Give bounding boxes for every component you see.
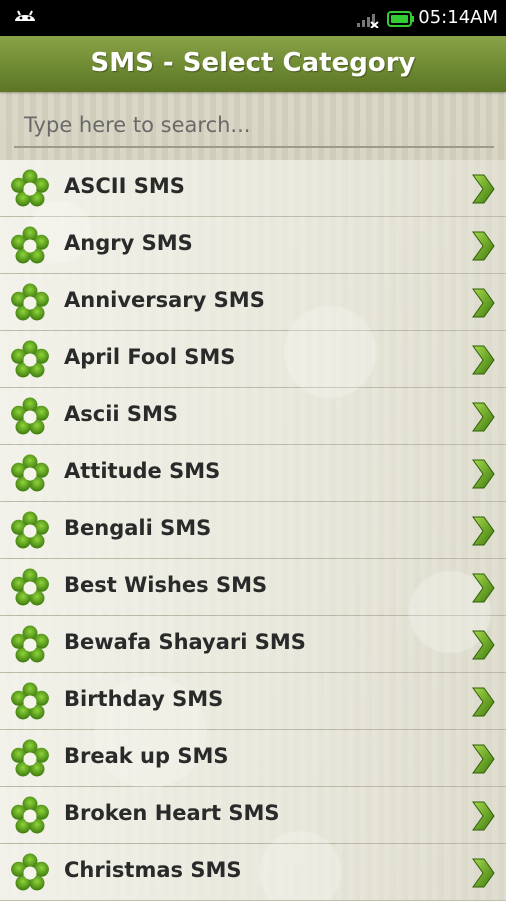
category-label: Best Wishes SMS — [64, 573, 268, 597]
category-row[interactable]: Angry SMS — [0, 217, 506, 274]
category-row[interactable]: Birthday SMS — [0, 673, 506, 730]
category-row[interactable]: Bewafa Shayari SMS — [0, 616, 506, 673]
chevron-right-icon — [470, 515, 496, 547]
app-header: SMS - Select Category — [0, 36, 506, 92]
chevron-right-icon — [470, 800, 496, 832]
flower-icon — [10, 283, 50, 323]
category-label: Anniversary SMS — [64, 288, 265, 312]
category-label: Angry SMS — [64, 231, 193, 255]
category-label: Attitude SMS — [64, 459, 221, 483]
flower-icon — [10, 853, 50, 893]
category-label: Birthday SMS — [64, 687, 224, 711]
category-label: Broken Heart SMS — [64, 801, 280, 825]
category-label: Christmas SMS — [64, 858, 242, 882]
chevron-right-icon — [470, 230, 496, 262]
category-row[interactable]: Christmas SMS — [0, 844, 506, 901]
flower-icon — [10, 796, 50, 836]
chevron-right-icon — [470, 686, 496, 718]
chevron-right-icon — [470, 572, 496, 604]
category-row[interactable]: Break up SMS — [0, 730, 506, 787]
chevron-right-icon — [470, 458, 496, 490]
category-row[interactable]: Broken Heart SMS — [0, 787, 506, 844]
flower-icon — [10, 397, 50, 437]
chevron-right-icon — [470, 629, 496, 661]
category-row[interactable]: Bengali SMS — [0, 502, 506, 559]
android-icon — [15, 10, 35, 21]
flower-icon — [10, 511, 50, 551]
chevron-right-icon — [470, 743, 496, 775]
category-row[interactable]: ASCII SMS — [0, 160, 506, 217]
status-clock: 05:14AM — [418, 7, 498, 28]
category-row[interactable]: Attitude SMS — [0, 445, 506, 502]
category-row[interactable]: April Fool SMS — [0, 331, 506, 388]
chevron-right-icon — [470, 344, 496, 376]
category-label: Ascii SMS — [64, 402, 179, 426]
chevron-right-icon — [470, 857, 496, 889]
flower-icon — [10, 739, 50, 779]
category-row[interactable]: Best Wishes SMS — [0, 559, 506, 616]
category-row[interactable]: Ascii SMS — [0, 388, 506, 445]
flower-icon — [10, 625, 50, 665]
category-label: April Fool SMS — [64, 345, 236, 369]
signal-icon — [357, 14, 379, 28]
search-input[interactable] — [14, 104, 494, 148]
category-label: Bengali SMS — [64, 516, 212, 540]
category-label: Break up SMS — [64, 744, 229, 768]
chevron-right-icon — [470, 287, 496, 319]
category-label: Bewafa Shayari SMS — [64, 630, 306, 654]
flower-icon — [10, 454, 50, 494]
flower-icon — [10, 226, 50, 266]
category-label: ASCII SMS — [64, 174, 185, 198]
chevron-right-icon — [470, 173, 496, 205]
category-list: ASCII SMS Angry SMS Anniversary SMS Apri… — [0, 160, 506, 901]
flower-icon — [10, 340, 50, 380]
flower-icon — [10, 568, 50, 608]
flower-icon — [10, 682, 50, 722]
page-title: SMS - Select Category — [90, 48, 416, 78]
battery-icon — [387, 11, 414, 27]
flower-icon — [10, 169, 50, 209]
category-row[interactable]: Anniversary SMS — [0, 274, 506, 331]
status-bar: 05:14AM — [0, 0, 506, 36]
chevron-right-icon — [470, 401, 496, 433]
